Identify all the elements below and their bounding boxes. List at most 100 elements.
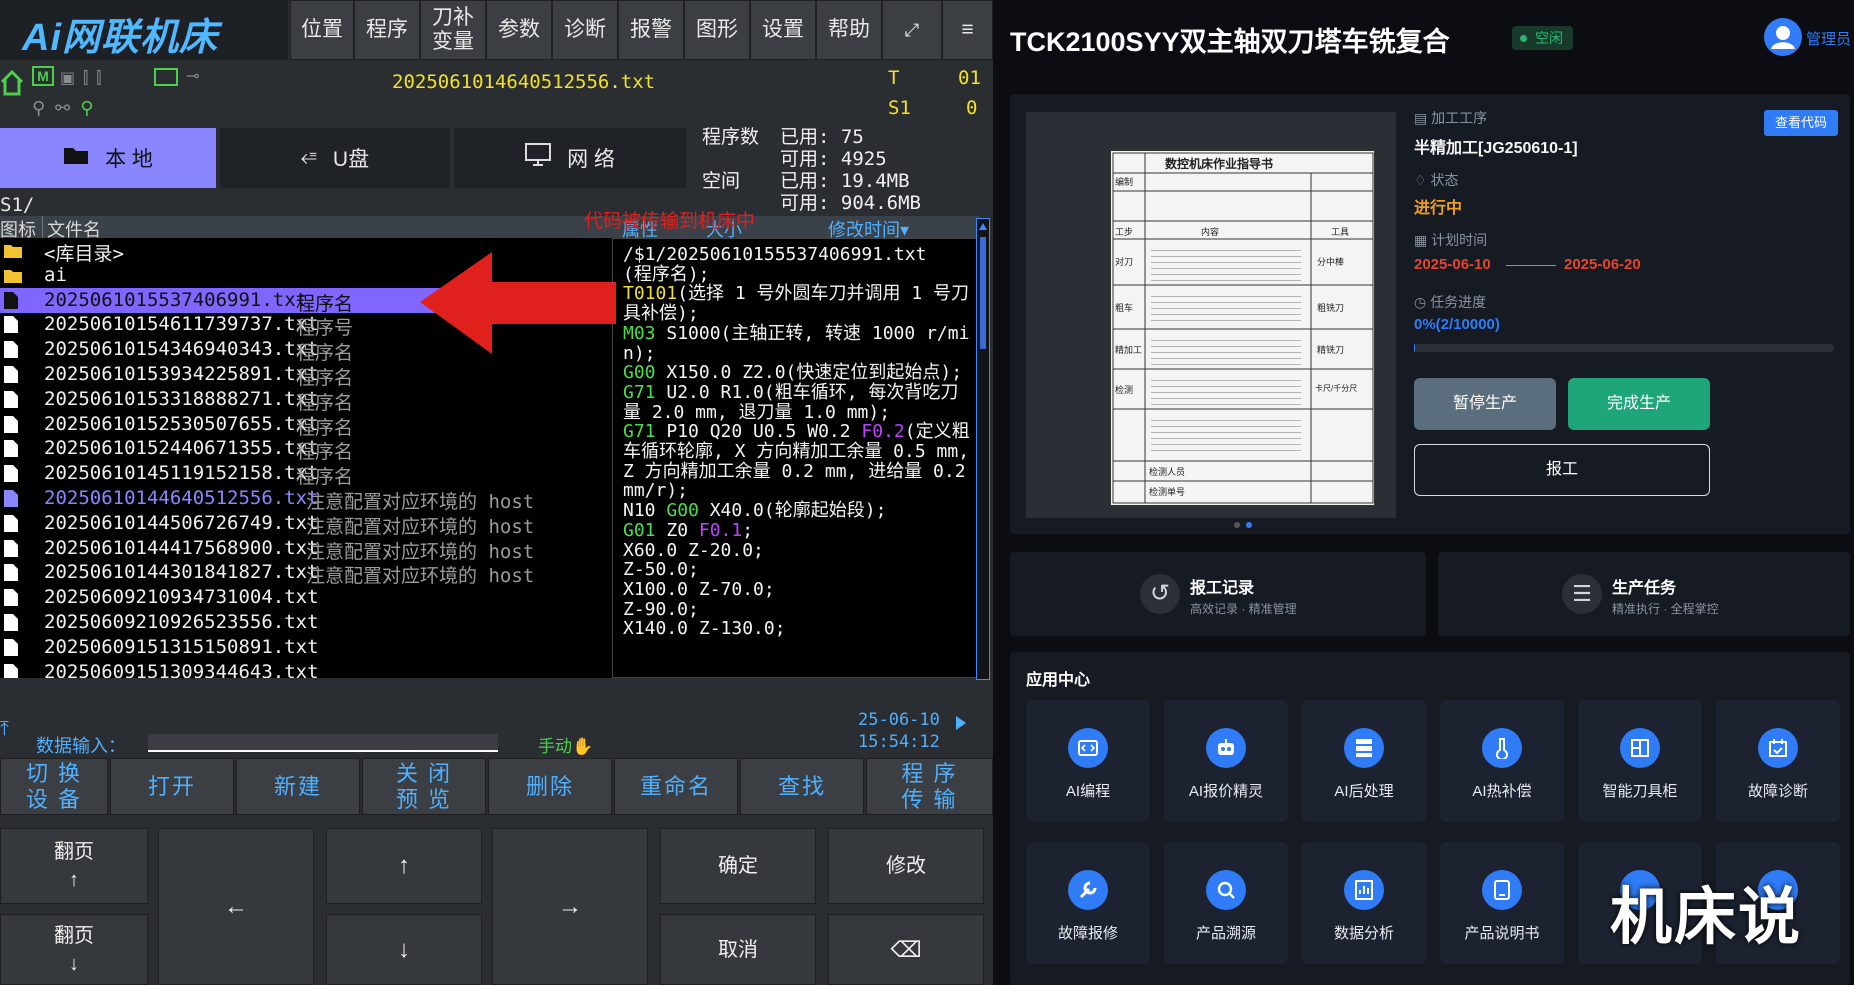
doc-icon: ▤ [1414,110,1432,126]
down-arrow-button[interactable]: ↓ [326,914,482,985]
scroll-thumb[interactable] [980,237,986,349]
find-button[interactable]: 查找 [740,758,864,815]
file-row[interactable]: 20250610144417568900.txt 注意配置对应环境的 host [0,536,612,563]
menu-program[interactable]: 程序 [354,0,420,60]
file-row[interactable]: 20250609210934731004.txt [0,585,612,610]
left-arrow-button[interactable]: ← [158,828,314,985]
tab-usb[interactable]: ⭀ U盘 [220,128,450,188]
file-row[interactable]: 20250610152440671355.txt 程序名 [0,436,612,463]
overlay-caption: 代码被传输到机床中 [584,211,756,232]
program-transfer-button[interactable]: 程 序 传 输 [866,758,993,815]
process-value: 半精加工[JG250610-1] [1414,140,1578,157]
data-input-field[interactable] [148,734,498,752]
switch-device-button[interactable]: 切 换 设 备 [0,758,108,815]
delete-button[interactable]: 删除 [488,758,612,815]
close-preview-button[interactable]: 关 闭 预 览 [362,758,486,815]
usb-icon: ⭀ [300,146,317,169]
carousel-dot[interactable] [1234,522,1240,528]
menu-tool-offset[interactable]: 刀补 变量 [420,0,486,60]
rename-button[interactable]: 重命名 [614,758,738,815]
next-icon[interactable] [956,716,966,730]
scroll-up-icon[interactable] [979,223,987,230]
doc-image: 数控机床作业指导书 编制 工步 内容 工具 对刀 分中棒 粗车 粗铣刀 精加工 … [1110,150,1375,506]
finish-production-button[interactable]: 完成生产 [1568,378,1710,430]
status-badge-text: 空闲 [1535,30,1563,46]
file-row[interactable]: 20250609210926523556.txt [0,610,612,635]
task-title: 生产任务 [1612,580,1677,597]
expand-icon[interactable]: ⤢ [882,0,942,60]
app-traceability[interactable]: 产品溯源 [1164,842,1288,964]
file-row[interactable]: 20250610144301841827.txt 注意配置对应环境的 host [0,560,612,587]
app-fault-diagnosis[interactable]: 故障诊断 [1716,700,1840,822]
user-name[interactable]: 管理员 [1806,28,1851,49]
open-button[interactable]: 打开 [110,758,234,815]
pause-production-button[interactable]: 暂停生产 [1414,378,1556,430]
file-row[interactable]: 20250610144640512556.txt 注意配置对应环境的 host [0,486,612,513]
app-label: 数据分析 [1333,925,1394,942]
menu-position[interactable]: 位置 [290,0,354,60]
file-row[interactable]: 20250610144506726749.txt 注意配置对应环境的 host [0,511,612,538]
menu-graphic[interactable]: 图形 [684,0,750,60]
app-ai-quote[interactable]: AI报价精灵 [1164,700,1288,822]
view-code-button[interactable]: 查看代码 [1764,110,1838,136]
page-up-button[interactable]: 翻页 ↑ [0,828,148,904]
progress-value: 0%(2/10000) [1414,316,1500,333]
right-arrow-button[interactable]: → [492,828,648,985]
t-label: T [888,67,900,89]
file-row[interactable]: 20250610153934225891.txt 程序名 [0,362,612,389]
app-ai-postprocess[interactable]: AI后处理 [1302,700,1426,822]
report-record-card[interactable]: ↺ 报工记录 高效记录 · 精准管理 [1010,552,1426,636]
app-tool-cabinet[interactable]: 智能刀具柜 [1578,700,1702,822]
work-order-card: 数控机床作业指导书 编制 工步 内容 工具 对刀 分中棒 粗车 粗铣刀 精加工 … [1010,94,1850,534]
report-work-button[interactable]: 报工 [1414,444,1710,496]
app-label: 产品溯源 [1195,925,1256,942]
file-row[interactable]: 20250609151309344643.txt [0,660,612,678]
doc-text-block [1151,335,1301,365]
file-row[interactable]: 20250610153318888271.txt 程序名 [0,387,612,414]
status-dot-icon [1520,35,1527,42]
production-task-card[interactable]: ☰ 生产任务 精准执行 · 全程掌控 [1438,552,1850,636]
doc-viewer[interactable]: 数控机床作业指导书 编制 工步 内容 工具 对刀 分中棒 粗车 粗铣刀 精加工 … [1026,112,1396,528]
doc-text-block [1151,375,1301,405]
avatar-icon[interactable] [1764,18,1802,56]
app-manual[interactable]: 产品说明书 [1440,842,1564,964]
plan-end: 2025-06-20 [1564,256,1641,273]
tab-network[interactable]: 网 络 [454,128,686,188]
plan-start: 2025-06-10 [1414,256,1491,273]
preview-scrollbar[interactable] [976,218,990,680]
red-arrow-icon [420,250,620,360]
top-arrow-icon[interactable]: ⤒ [0,718,9,741]
menu-alarm[interactable]: 报警 [618,0,684,60]
home-icon[interactable] [0,68,24,96]
cnc-panel: Ai网联机床 位置 程序 刀补 变量 参数 诊断 报警 图形 设置 帮助 ⤢ ≡… [0,0,993,985]
app-data-analysis[interactable]: 数据分析 [1302,842,1426,964]
app-fault-repair[interactable]: 故障报修 [1026,842,1150,964]
app-ai-thermal[interactable]: AI热补偿 [1440,700,1564,822]
tab-local[interactable]: 本 地 [0,128,216,188]
file-row[interactable]: 20250609151315150891.txt [0,635,612,660]
new-button[interactable]: 新建 [236,758,360,815]
up-arrow-button[interactable]: ↑ [326,828,482,904]
file-row[interactable]: 20250610152530507655.txt 程序名 [0,412,612,439]
confirm-button[interactable]: 确定 [660,828,816,904]
app-ai-programming[interactable]: AI编程 [1026,700,1150,822]
menu-settings[interactable]: 设置 [750,0,816,60]
file-name: 20250610145119152158.txt [44,462,319,485]
page-down-button[interactable]: 翻页 ↓ [0,914,148,985]
tab-local-label: 本 地 [105,148,153,171]
page-up-arrow-icon: ↑ [69,869,79,891]
menu-icon[interactable]: ≡ [942,0,993,60]
storage-stats: 程序数 已用: 75 可用: 4925 空间 已用: 19.4MB 可用: 90… [690,124,993,214]
backspace-button[interactable]: ⌫ [828,914,984,985]
cancel-button[interactable]: 取消 [660,914,816,985]
carousel-dot-active[interactable] [1246,522,1252,528]
menu-help[interactable]: 帮助 [816,0,882,60]
menu-params[interactable]: 参数 [486,0,552,60]
menu-diagnosis[interactable]: 诊断 [552,0,618,60]
modify-button[interactable]: 修改 [828,828,984,904]
network-icon [525,143,552,173]
file-row[interactable]: 20250610145119152158.txt 程序名 [0,461,612,488]
file-icon [4,663,18,678]
file-name: 20250610144506726749.txt [44,511,319,534]
file-icon [4,440,18,458]
